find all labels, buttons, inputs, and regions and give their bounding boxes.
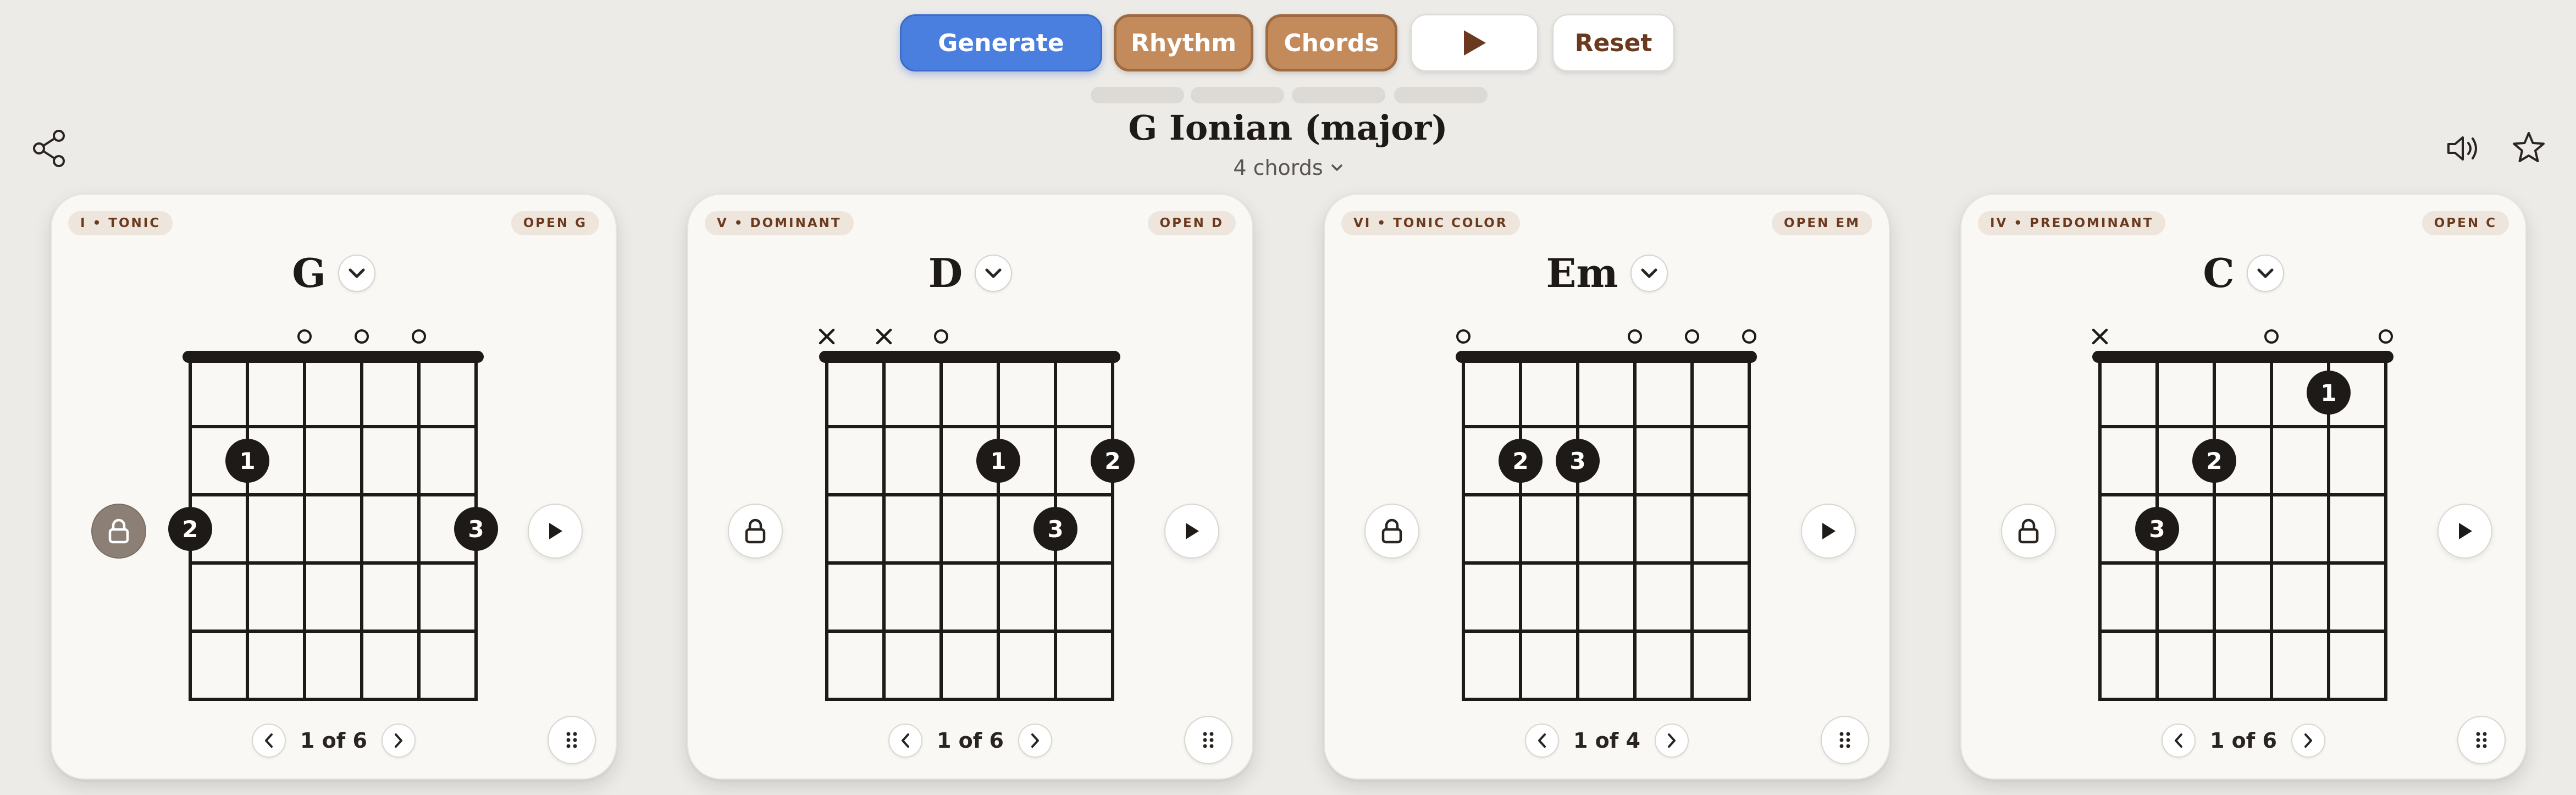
chord-count-dropdown[interactable]: 4 chords [1209,156,1367,180]
open-string-marker [412,329,426,344]
volume-button[interactable] [2441,126,2485,170]
share-button[interactable] [27,126,71,170]
finger-number: 2 [2206,448,2222,474]
finger-number: 1 [990,448,1006,474]
share-icon [33,130,65,167]
volume-icon [2447,136,2477,161]
nut [1456,351,1757,363]
rhythm-button[interactable]: Rhythm [1114,14,1253,71]
finger-number: 2 [1104,448,1120,474]
open-string-marker [2264,329,2279,344]
finger-dot: 3 [1556,439,1600,483]
chevron-down-icon [1331,164,1342,171]
finger-number: 3 [468,516,484,543]
open-string-marker [934,329,948,344]
progress-pill-3 [1292,87,1385,103]
muted-string-marker [876,328,892,345]
open-string-marker [2379,329,2393,344]
open-string-marker [1628,329,1642,344]
chords-button[interactable]: Chords [1265,14,1397,71]
finger-dot: 2 [1499,439,1543,483]
nut [819,351,1120,363]
chord-card: I • TONIC OPEN G G 1 of 6 1 2 3 [51,194,617,780]
finger-dot: 1 [2307,371,2351,415]
nut [2092,351,2393,363]
finger-number: 2 [182,516,198,543]
chord-card: IV • PREDOMINANT OPEN C C 1 of 6 1 2 3 [1960,194,2527,780]
nut [183,351,484,363]
favorite-button[interactable] [2507,125,2551,169]
open-string-marker [297,329,312,344]
muted-string-marker [2092,328,2108,345]
finger-number: 3 [1569,448,1585,474]
reset-button[interactable]: Reset [1552,14,1674,71]
play-all-button[interactable] [1411,14,1538,71]
chord-diagram: 1 2 3 [819,328,1135,701]
chord-card: V • DOMINANT OPEN D D 1 of 6 1 2 3 [687,194,1253,780]
play-icon [1464,30,1486,56]
chord-card: VI • TONIC COLOR OPEN EM Em 1 of 4 2 3 [1324,194,1890,780]
open-string-marker [1742,329,1756,344]
open-string-marker [355,329,369,344]
open-string-marker [1685,329,1699,344]
page-title: G Ionian (major) [1128,108,1448,148]
chord-diagram: 1 2 3 [2092,328,2393,701]
finger-number: 1 [2320,379,2336,406]
finger-dot: 3 [1033,507,1077,551]
finger-number: 1 [239,448,255,474]
star-icon [2513,132,2545,162]
finger-dot: 3 [2135,507,2179,551]
chord-diagram: 23 [1456,329,1757,701]
progress-pill-4 [1394,87,1488,103]
progress-pill-2 [1191,87,1284,103]
open-string-marker [1456,329,1471,344]
finger-number: 2 [1512,448,1528,474]
finger-dot: 1 [976,439,1020,483]
progress-pill-1 [1091,87,1184,103]
finger-dot: 2 [168,507,212,551]
chord-count-label: 4 chords [1233,156,1323,180]
finger-dot: 2 [2192,439,2236,483]
muted-string-marker [819,328,835,345]
finger-number: 3 [1047,516,1063,543]
finger-dot: 2 [1091,439,1135,483]
finger-dot: 1 [225,439,269,483]
chord-diagram: 1 2 3 [168,329,498,701]
finger-number: 3 [2149,516,2165,543]
finger-dot: 3 [454,507,498,551]
generate-button[interactable]: Generate [900,14,1102,71]
